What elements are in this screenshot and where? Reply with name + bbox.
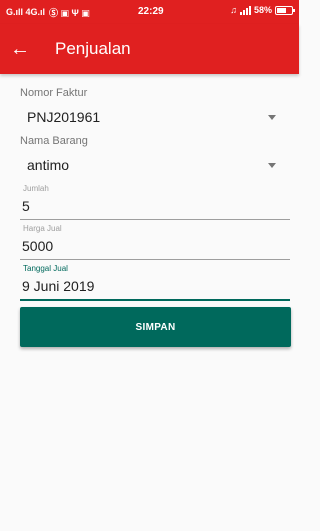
dropdown-caret-icon bbox=[268, 163, 276, 168]
status-right: ♫ 58% bbox=[230, 5, 295, 15]
sales-form: Nomor Faktur PNJ201961 Nama Barang antim… bbox=[20, 84, 291, 347]
invoice-spinner[interactable]: PNJ201961 bbox=[20, 102, 290, 132]
status-bar: G.ıll 4G.ıl Ⓢ ▣ Ψ ▣ 22:29 ♫ 58% bbox=[0, 0, 299, 24]
status-left: G.ıll 4G.ıl Ⓢ ▣ Ψ ▣ bbox=[6, 6, 126, 19]
notification-icons: Ⓢ ▣ Ψ ▣ bbox=[49, 7, 90, 18]
item-spinner[interactable]: antimo bbox=[20, 150, 290, 180]
quantity-input[interactable]: 5 bbox=[20, 195, 290, 219]
back-arrow-icon[interactable]: ← bbox=[7, 36, 33, 62]
battery-icon bbox=[275, 5, 295, 15]
save-button[interactable]: SIMPAN bbox=[20, 307, 291, 347]
date-field[interactable]: Tanggal Jual 9 Juni 2019 bbox=[20, 262, 290, 301]
price-underline bbox=[20, 259, 290, 260]
quantity-label: Jumlah bbox=[23, 184, 49, 193]
page-title: Penjualan bbox=[55, 39, 131, 58]
quantity-field[interactable]: Jumlah 5 bbox=[20, 182, 290, 220]
dropdown-caret-icon bbox=[268, 115, 276, 120]
price-label: Harga Jual bbox=[23, 224, 62, 233]
price-input[interactable]: 5000 bbox=[20, 235, 290, 259]
date-underline bbox=[20, 299, 290, 301]
date-input[interactable]: 9 Juni 2019 bbox=[20, 275, 290, 299]
invoice-value: PNJ201961 bbox=[27, 109, 101, 125]
wifi-icon bbox=[239, 5, 251, 15]
app-bar: ← Penjualan bbox=[0, 24, 299, 74]
quantity-underline bbox=[20, 219, 290, 220]
invoice-label: Nomor Faktur bbox=[20, 87, 88, 99]
price-field[interactable]: Harga Jual 5000 bbox=[20, 222, 290, 260]
signal-text: G.ıll 4G.ıl bbox=[6, 7, 46, 17]
date-label: Tanggal Jual bbox=[23, 264, 68, 273]
battery-percent: 58% bbox=[253, 5, 272, 15]
item-label: Nama Barang bbox=[20, 135, 88, 147]
mute-icon: ♫ bbox=[230, 5, 237, 15]
item-value: antimo bbox=[27, 157, 70, 173]
status-time: 22:29 bbox=[138, 6, 164, 17]
